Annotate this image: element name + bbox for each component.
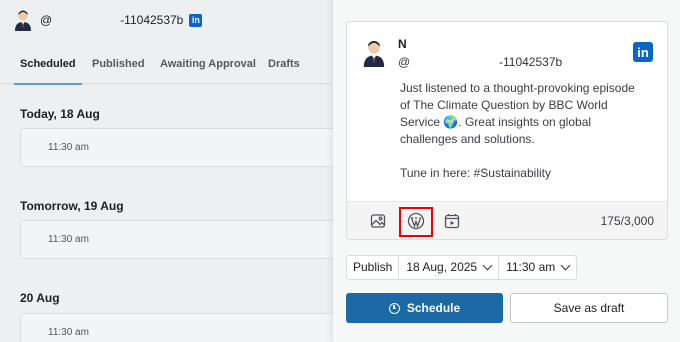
time-slot[interactable]: 11:30 am bbox=[20, 128, 340, 167]
time-slot[interactable]: 11:30 am bbox=[20, 220, 340, 259]
scheduled-posts-panel: @ -11042537b in Scheduled Published Awai… bbox=[0, 0, 340, 342]
account-handle: @ bbox=[40, 13, 53, 27]
day-heading: Tomorrow, 19 Aug bbox=[20, 199, 124, 213]
publish-time: 11:30 am bbox=[506, 260, 556, 274]
post-text-paragraph: Just listened to a thought-provoking epi… bbox=[400, 81, 635, 146]
tab-published[interactable]: Published bbox=[92, 44, 145, 84]
video-icon[interactable] bbox=[442, 211, 462, 231]
wordpress-icon[interactable] bbox=[406, 211, 426, 231]
linkedin-icon: in bbox=[633, 42, 653, 62]
chevron-down-icon bbox=[560, 260, 571, 271]
publish-date: 18 Aug, 2025 bbox=[406, 260, 478, 274]
image-icon[interactable] bbox=[368, 211, 388, 231]
preview-name: N bbox=[398, 37, 407, 51]
publish-row: Publish 18 Aug, 2025 11:30 am bbox=[346, 255, 578, 280]
post-text-paragraph: Tune in here: #Sustainability bbox=[400, 166, 551, 180]
schedule-button-label: Schedule bbox=[406, 301, 461, 315]
clock-icon bbox=[388, 302, 400, 314]
tab-drafts[interactable]: Drafts bbox=[268, 44, 300, 84]
preview-handle: @ bbox=[398, 55, 411, 69]
chevron-down-icon bbox=[482, 260, 493, 271]
publish-date-select[interactable]: 18 Aug, 2025 bbox=[399, 255, 500, 280]
preview-id: -11042537b bbox=[499, 55, 563, 69]
avatar bbox=[13, 9, 33, 31]
post-text[interactable]: Just listened to a thought-provoking epi… bbox=[400, 80, 640, 199]
publish-time-select[interactable]: 11:30 am bbox=[499, 255, 578, 280]
character-count: 175/3,000 bbox=[600, 214, 654, 228]
tab-awaiting-approval[interactable]: Awaiting Approval bbox=[160, 44, 256, 84]
publish-label: Publish bbox=[346, 255, 400, 280]
account-header: @ -11042537b in bbox=[13, 8, 203, 32]
post-preview-card: N @ -11042537b in Just listened to a tho… bbox=[346, 21, 668, 240]
tab-scheduled[interactable]: Scheduled bbox=[14, 44, 82, 85]
day-heading: Today, 18 Aug bbox=[20, 107, 100, 121]
post-status-tabs: Scheduled Published Awaiting Approval Dr… bbox=[0, 44, 333, 85]
avatar bbox=[361, 39, 387, 67]
composer-toolbar: 175/3,000 bbox=[347, 201, 667, 239]
schedule-button[interactable]: Schedule bbox=[346, 293, 503, 323]
account-id: -11042537b bbox=[120, 13, 184, 27]
linkedin-icon: in bbox=[189, 13, 203, 27]
time-slot[interactable]: 11:30 am bbox=[20, 313, 340, 342]
post-composer-panel: N @ -11042537b in Just listened to a tho… bbox=[333, 0, 680, 342]
day-heading: 20 Aug bbox=[20, 291, 60, 305]
save-draft-button[interactable]: Save as draft bbox=[510, 293, 668, 323]
